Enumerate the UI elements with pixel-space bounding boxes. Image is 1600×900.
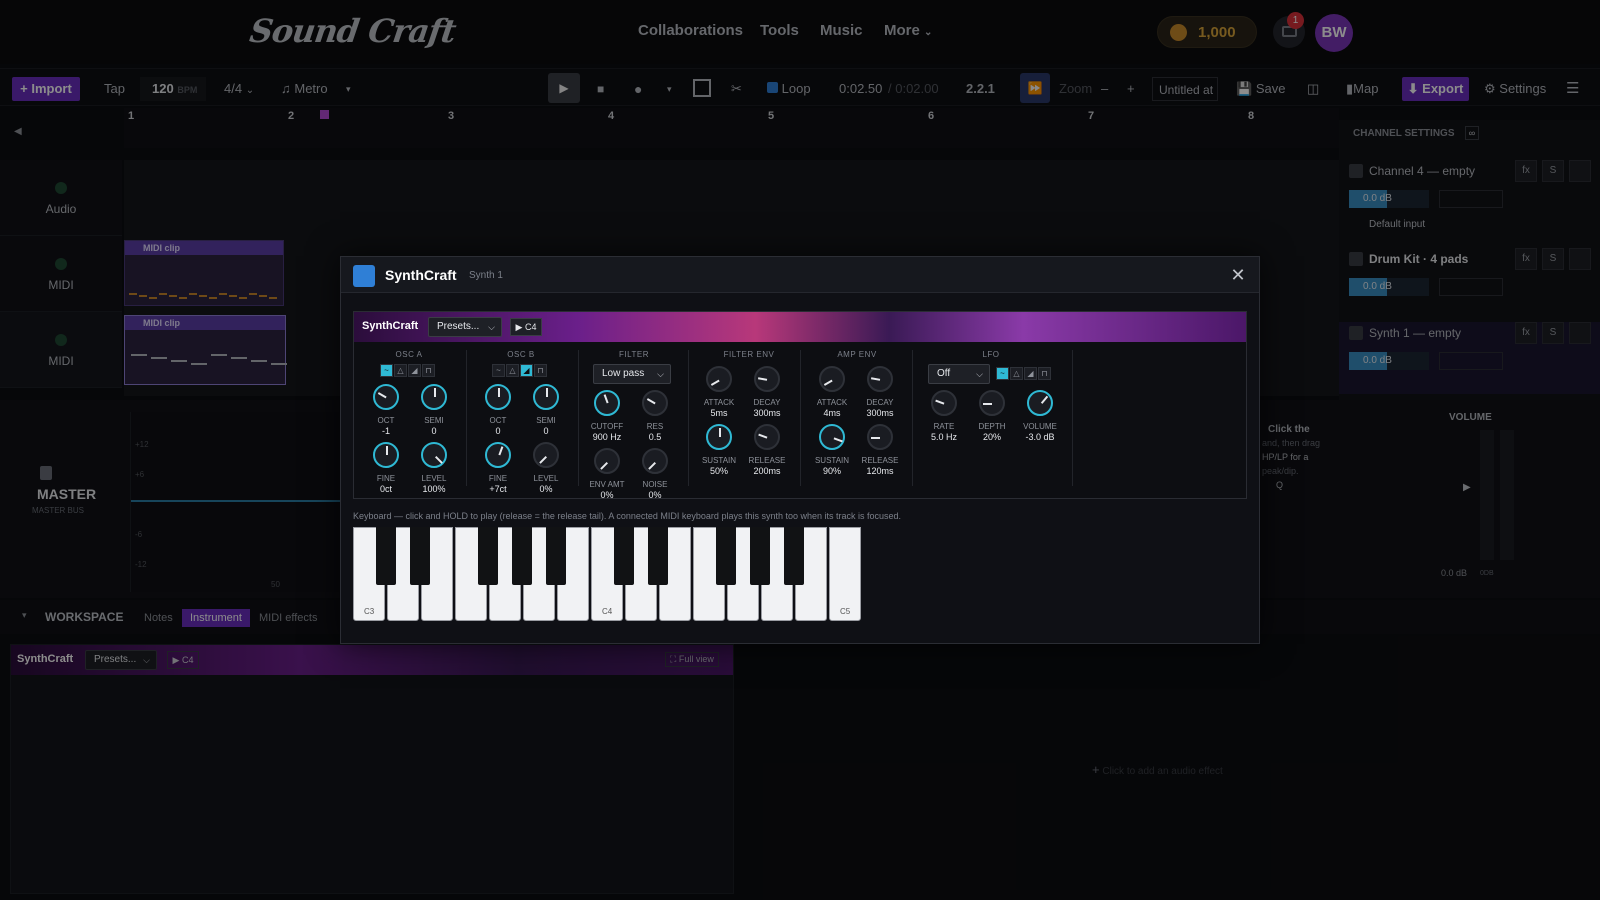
presets-select[interactable]: Presets... [428,317,502,337]
black-key[interactable] [614,527,634,585]
osc-a-semi-knob[interactable] [421,384,447,410]
lfo-rate-knob[interactable] [931,390,957,416]
saw-wave-icon[interactable]: ◢ [408,364,421,377]
osc-b-level-knob[interactable] [533,442,559,468]
play-c4-button[interactable]: ▶ C4 [510,318,542,336]
sine-wave-icon[interactable]: ~ [492,364,505,377]
synthcraft-modal: SynthCraft Synth 1 ✕ SynthCraft Presets.… [340,256,1260,644]
black-key[interactable] [648,527,668,585]
filter-res-knob[interactable] [642,390,668,416]
osc-a-fine-knob[interactable] [373,442,399,468]
filter-env-decay-knob[interactable] [754,366,780,392]
sine-wave-icon[interactable]: ~ [380,364,393,377]
brand-label: SynthCraft [362,320,419,332]
section-lfo: LFO [982,350,1000,359]
section-filter: FILTER [619,350,649,359]
amp-env-attack-knob[interactable] [819,366,845,392]
filter-cutoff-knob[interactable] [594,390,620,416]
section-amp-env: AMP ENV [837,350,877,359]
piano-keyboard: C3 C4 C5 [353,527,861,621]
filter-noise-knob[interactable] [642,448,668,474]
lfo-target-select[interactable]: Off [928,364,990,384]
black-key[interactable] [512,527,532,585]
key-label: C4 [602,607,613,616]
modal-title: SynthCraft [385,267,457,283]
black-key[interactable] [478,527,498,585]
black-key[interactable] [376,527,396,585]
synth-panel: SynthCraft Presets... ▶ C4 OSC A ~ △ ◢ ⊓… [353,311,1247,500]
key-label: C3 [364,607,375,616]
white-key[interactable]: C5 [829,527,861,621]
amp-env-sustain-knob[interactable] [819,424,845,450]
saw-wave-icon[interactable]: ◢ [520,364,533,377]
modal-subtitle: Synth 1 [469,270,503,281]
key-label: C5 [840,607,851,616]
section-osc-a: OSC A [395,350,423,359]
synth-app-icon [353,265,375,287]
osc-b-fine-knob[interactable] [485,442,511,468]
keyboard-hint: Keyboard — click and HOLD to play (relea… [353,511,902,521]
filter-type-select[interactable]: Low pass [593,364,671,384]
filter-env-release-knob[interactable] [754,424,780,450]
lfo-depth-knob[interactable] [979,390,1005,416]
black-key[interactable] [750,527,770,585]
sine-wave-icon[interactable]: ~ [996,367,1009,380]
close-icon[interactable]: ✕ [1228,265,1248,286]
amp-env-release-knob[interactable] [867,424,893,450]
black-key[interactable] [546,527,566,585]
amp-env-decay-knob[interactable] [867,366,893,392]
filter-env-amt-knob[interactable] [594,448,620,474]
osc-a-level-knob[interactable] [421,442,447,468]
square-wave-icon[interactable]: ⊓ [534,364,547,377]
filter-env-sustain-knob[interactable] [706,424,732,450]
triangle-wave-icon[interactable]: △ [506,364,519,377]
lfo-volume-knob[interactable] [1027,390,1053,416]
section-filter-env: FILTER ENV [723,350,775,359]
filter-env-attack-knob[interactable] [706,366,732,392]
osc-a-oct-knob[interactable] [373,384,399,410]
modal-header: SynthCraft Synth 1 ✕ [341,257,1259,293]
saw-wave-icon[interactable]: ◢ [1024,367,1037,380]
black-key[interactable] [784,527,804,585]
osc-b-semi-knob[interactable] [533,384,559,410]
triangle-wave-icon[interactable]: △ [1010,367,1023,380]
section-osc-b: OSC B [507,350,535,359]
triangle-wave-icon[interactable]: △ [394,364,407,377]
square-wave-icon[interactable]: ⊓ [422,364,435,377]
square-wave-icon[interactable]: ⊓ [1038,367,1051,380]
osc-b-oct-knob[interactable] [485,384,511,410]
black-key[interactable] [410,527,430,585]
black-key[interactable] [716,527,736,585]
